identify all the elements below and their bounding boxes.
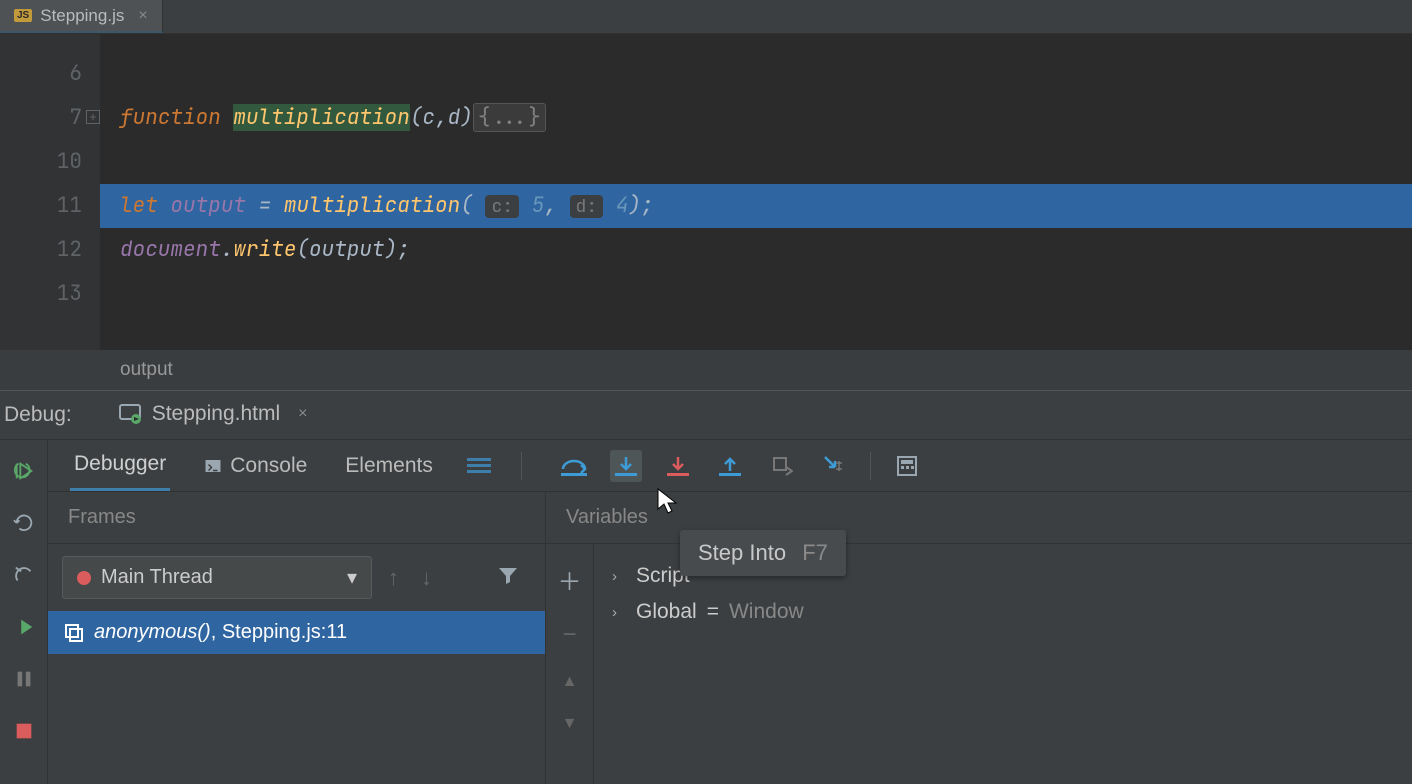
step-into-button[interactable] [610,450,642,482]
status-text: output [120,359,173,381]
file-tab[interactable]: JS Stepping.js × [0,0,163,33]
threads-icon[interactable] [467,456,491,476]
filter-icon[interactable] [497,564,531,591]
run-to-cursor-button[interactable] [818,450,850,482]
frame-icon [64,623,84,643]
debug-left-rail [0,440,48,784]
line-number: 13 [0,272,82,316]
variables-toolbar: ＋ − ▲ ▼ [546,544,594,784]
close-icon[interactable]: × [298,405,307,423]
resume-icon[interactable] [13,616,35,638]
refresh-icon[interactable] [13,512,35,534]
step-out-button[interactable] [714,450,746,482]
tab-elements[interactable]: Elements [341,440,437,491]
tooltip-label: Step Into [698,540,786,565]
mouse-cursor-icon [656,487,678,515]
tooltip-shortcut: F7 [802,540,828,565]
line-number: 11 [0,184,82,228]
drop-frame-button[interactable] [766,450,798,482]
debug-label: Debug: [4,403,100,427]
pause-icon[interactable] [13,668,35,690]
gutter: 6 7 + 10 11 12 13 [0,34,100,350]
prev-frame-icon[interactable]: ↑ [382,565,405,591]
editor-tabs: JS Stepping.js × [0,0,1412,34]
variables-pane: Variables ＋ − ▲ ▼ › Script › [546,492,1412,784]
debug-window-header: Debug: Stepping.html × [0,390,1412,440]
rerun-icon[interactable] [13,460,35,482]
variable-row[interactable]: › Global = Window [612,594,1394,630]
tab-console[interactable]: Console [200,440,311,491]
browser-run-icon [118,402,142,426]
stack-frame[interactable]: anonymous(), Stepping.js:11 [48,611,545,654]
fold-expand-icon[interactable]: + [86,110,100,124]
settings-icon[interactable] [13,564,35,586]
frames-pane: Frames Main Thread ▾ ↑ ↓ anonymo [48,492,546,784]
line-number: 6 [0,52,82,96]
debug-run-tab-label: Stepping.html [152,402,280,426]
thread-dropdown[interactable]: Main Thread ▾ [62,556,372,599]
close-icon[interactable]: × [138,7,147,25]
move-down-icon[interactable]: ▼ [562,715,578,733]
panel-tabs: Debugger Console Elements [48,440,1412,492]
execution-line: let output = multiplication( c: 5, d: 4)… [100,184,1412,228]
debug-panel: Debugger Console Elements Frames [0,440,1412,784]
variables-list: › Script › Global = Window [594,544,1412,784]
thread-status-icon [77,571,91,585]
file-tab-label: Stepping.js [40,6,124,26]
js-file-icon: JS [14,9,32,22]
chevron-down-icon: ▾ [347,565,357,590]
stop-icon[interactable] [13,720,35,742]
debug-run-tab[interactable]: Stepping.html × [100,391,326,439]
chevron-right-icon: › [612,604,626,621]
remove-watch-icon[interactable]: − [562,621,576,649]
evaluate-button[interactable] [891,450,923,482]
line-number: 10 [0,140,82,184]
move-up-icon[interactable]: ▲ [562,673,578,691]
chevron-right-icon: › [612,568,626,585]
line-number: 7 + [0,96,82,140]
line-number: 12 [0,228,82,272]
console-icon [204,457,222,475]
add-watch-icon[interactable]: ＋ [558,562,582,597]
code-editor: 6 7 + 10 11 12 13 function multiplicatio… [0,34,1412,350]
next-frame-icon[interactable]: ↓ [415,565,438,591]
status-bar: output [0,350,1412,390]
frames-title: Frames [48,492,545,544]
code-content[interactable]: function multiplication(c,d){...} let ou… [100,34,1412,350]
tab-debugger[interactable]: Debugger [70,440,170,491]
step-over-button[interactable] [558,450,590,482]
force-step-into-button[interactable] [662,450,694,482]
tooltip: Step Into F7 [680,530,846,576]
